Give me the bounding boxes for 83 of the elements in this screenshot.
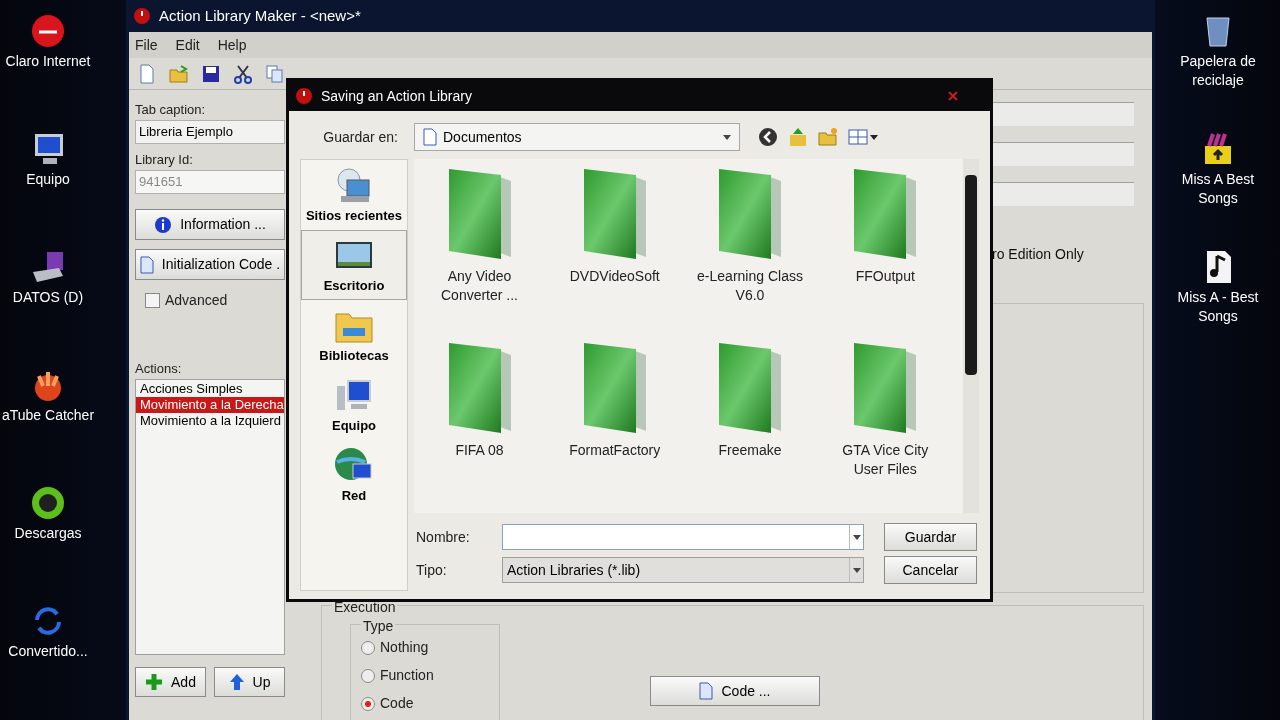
- list-item[interactable]: Acciones Simples: [136, 381, 284, 397]
- view-menu-icon[interactable]: [848, 128, 878, 146]
- checkbox[interactable]: [145, 293, 160, 308]
- desktop-icon-label[interactable]: Convertido...: [1, 642, 95, 661]
- caret-icon: [852, 567, 861, 573]
- app-logo-icon: [133, 7, 151, 25]
- desktop-icon-label[interactable]: Miss A Best Songs: [1171, 170, 1265, 208]
- desktop-icon-label[interactable]: Miss A - Best Songs: [1171, 288, 1265, 326]
- radio-button[interactable]: [361, 668, 375, 683]
- folder-name[interactable]: FFOutput: [831, 267, 940, 286]
- document-icon: [139, 255, 154, 274]
- desktop-icon-label[interactable]: DATOS (D): [1, 288, 95, 307]
- list-item[interactable]: Movimiento a la Derecha: [136, 397, 284, 413]
- place-item[interactable]: Equipo: [301, 370, 407, 440]
- document-icon: [423, 128, 437, 146]
- new-file-icon[interactable]: [137, 63, 157, 84]
- cancel-button[interactable]: Cancelar: [884, 556, 977, 584]
- back-icon[interactable]: [758, 127, 778, 147]
- information-button[interactable]: Information ...: [135, 209, 285, 240]
- close-icon[interactable]: [948, 91, 958, 101]
- field-label: Library Id:: [135, 152, 194, 168]
- new-folder-icon[interactable]: [818, 127, 838, 147]
- field-label: Nombre:: [415, 527, 471, 547]
- app-logo-icon: [295, 87, 313, 105]
- logo-icon: [29, 12, 67, 50]
- menu-item[interactable]: Help: [217, 34, 247, 56]
- folder-name[interactable]: DVDVideoSoft: [560, 267, 669, 286]
- input-field[interactable]: [992, 102, 1134, 126]
- place-item[interactable]: Bibliotecas: [301, 300, 407, 370]
- dialog-title: Saving an Action Library: [321, 86, 472, 106]
- menu-item[interactable]: File: [135, 34, 158, 56]
- location-dropdown[interactable]: Documentos: [414, 123, 740, 151]
- initialization-code-button[interactable]: Initialization Code .: [135, 249, 285, 280]
- list-item[interactable]: Movimiento a la Izquierd: [136, 413, 284, 429]
- field-label: Tipo:: [415, 560, 448, 580]
- input-field[interactable]: [992, 142, 1134, 166]
- desktop-icon-label[interactable]: Descargas: [1, 524, 95, 543]
- radio-button[interactable]: [361, 696, 375, 711]
- folder-name[interactable]: Freemake: [696, 441, 804, 460]
- place-item[interactable]: Red: [301, 440, 407, 510]
- open-folder-icon[interactable]: [169, 63, 189, 84]
- up-folder-icon[interactable]: [788, 127, 808, 147]
- info-icon: [154, 215, 173, 234]
- plus-icon: [145, 673, 164, 691]
- up-arrow-icon: [228, 673, 245, 691]
- field-label: Guardar en:: [322, 127, 399, 147]
- name-field[interactable]: [502, 524, 864, 550]
- add-button[interactable]: Add: [135, 667, 206, 697]
- input-field[interactable]: [992, 182, 1134, 206]
- save-icon[interactable]: [201, 63, 221, 84]
- scrollbar[interactable]: [963, 159, 979, 513]
- checkbox-label: Advanced: [165, 291, 228, 310]
- folder-name[interactable]: FIFA 08: [425, 441, 534, 460]
- place-item[interactable]: Sitios recientes: [301, 160, 407, 230]
- cut-icon[interactable]: [233, 63, 253, 84]
- caret-icon: [852, 534, 861, 540]
- field-label: Actions:: [135, 361, 183, 377]
- desktop-icon-label[interactable]: aTube Catcher: [1, 406, 95, 425]
- field-label: Tab caption:: [135, 102, 207, 118]
- radio-label: Code: [380, 694, 414, 713]
- desktop-icon-label[interactable]: Equipo: [1, 170, 95, 189]
- code-button[interactable]: Code ...: [650, 676, 820, 706]
- place-item[interactable]: Escritorio: [301, 230, 407, 300]
- input-field[interactable]: Libreria Ejemplo: [135, 120, 285, 144]
- desktop-icon-label[interactable]: Papelera de reciclaje: [1171, 52, 1265, 90]
- save-button[interactable]: Guardar: [884, 523, 977, 551]
- document-icon: [699, 682, 714, 700]
- folder-name[interactable]: GTA Vice City User Files: [831, 441, 940, 479]
- folder-name[interactable]: Any Video Converter ...: [425, 267, 534, 305]
- ring-icon: [29, 484, 67, 522]
- folder-name[interactable]: FormatFactory: [560, 441, 669, 460]
- note-text: ro Edition Only: [992, 245, 1085, 264]
- type-dropdown[interactable]: Action Libraries (*.lib): [502, 557, 864, 583]
- radio-button[interactable]: [361, 640, 375, 655]
- caret-icon: [723, 134, 731, 140]
- desktop-icon-label[interactable]: Claro Internet: [1, 52, 95, 71]
- copy-icon[interactable]: [265, 63, 285, 84]
- up-button[interactable]: Up: [214, 667, 285, 697]
- folder-name[interactable]: e-Learning Class V6.0: [696, 267, 804, 305]
- window-title: Action Library Maker - <new>*: [159, 5, 361, 26]
- menu-item[interactable]: Edit: [175, 34, 200, 56]
- radio-label: Nothing: [380, 638, 429, 657]
- radio-label: Function: [380, 666, 434, 685]
